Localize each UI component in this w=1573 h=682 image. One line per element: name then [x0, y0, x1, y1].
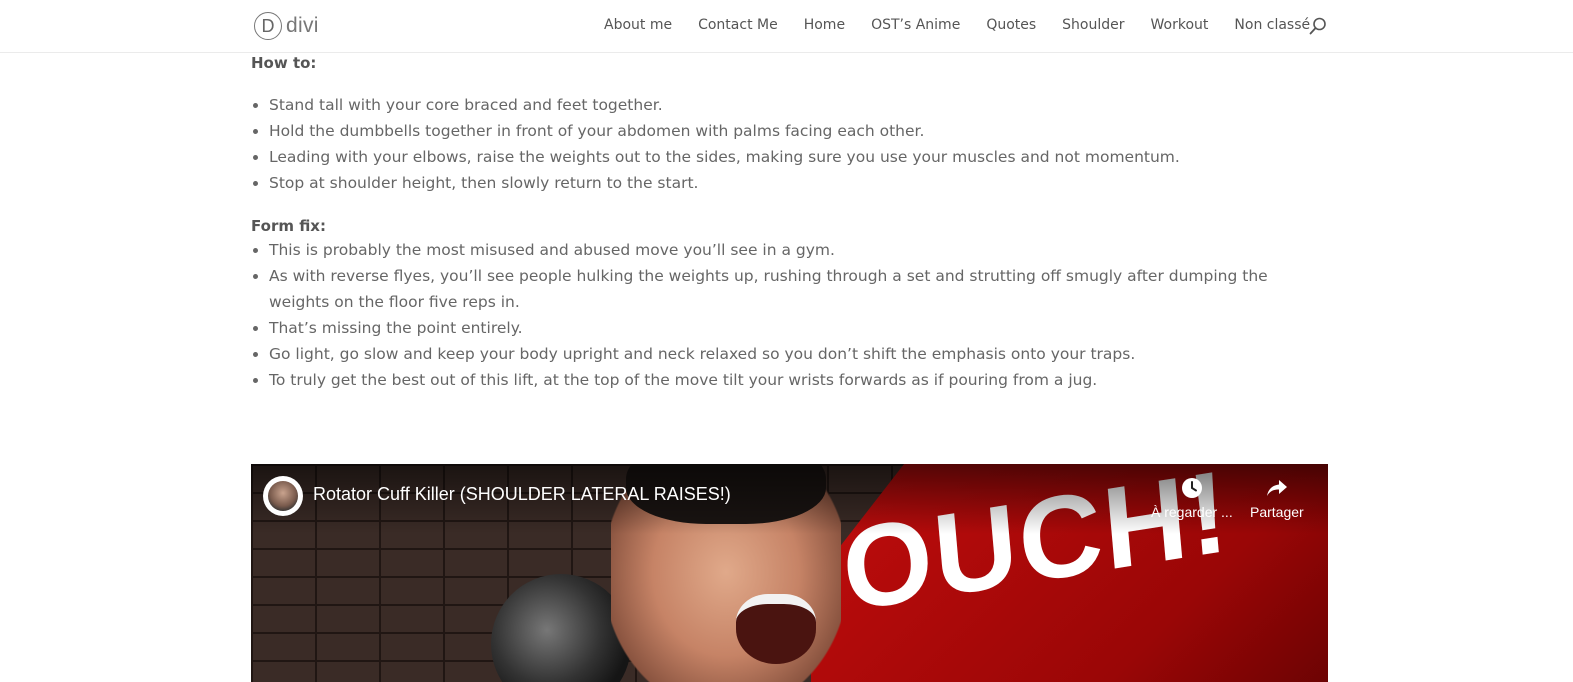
list-item: To truly get the best out of this lift, …	[269, 367, 1328, 393]
form-fix-heading: Form fix:	[251, 217, 326, 235]
video-embed[interactable]: OUCH! Rotator Cuff Killer (SHOULDER LATE…	[251, 464, 1328, 682]
person-mouth-image	[736, 594, 816, 664]
nav-item-contact-me[interactable]: Contact Me	[698, 17, 778, 33]
video-title[interactable]: Rotator Cuff Killer (SHOULDER LATERAL RA…	[313, 484, 731, 505]
watch-later-button[interactable]: À regarder ...	[1151, 476, 1233, 520]
watch-later-label: À regarder ...	[1151, 504, 1233, 520]
list-item: Stand tall with your core braced and fee…	[269, 92, 1328, 118]
logo-mark: D	[254, 12, 282, 40]
nav-item-non-classe[interactable]: Non classé	[1234, 17, 1310, 33]
share-button[interactable]: Partager	[1250, 476, 1304, 520]
how-to-list: Stand tall with your core braced and fee…	[251, 92, 1328, 196]
list-item: As with reverse flyes, you’ll see people…	[269, 263, 1328, 315]
main-nav: About me Contact Me Home OST’s Anime Quo…	[604, 17, 1336, 33]
site-logo[interactable]: D divi	[254, 11, 319, 41]
share-label: Partager	[1250, 504, 1304, 520]
list-item: Leading with your elbows, raise the weig…	[269, 144, 1328, 170]
site-header: D divi About me Contact Me Home OST’s An…	[0, 0, 1573, 52]
nav-item-osts-anime[interactable]: OST’s Anime	[871, 17, 960, 33]
nav-item-home[interactable]: Home	[804, 17, 845, 33]
list-item: Hold the dumbbells together in front of …	[269, 118, 1328, 144]
nav-item-workout[interactable]: Workout	[1151, 17, 1209, 33]
list-item: That’s missing the point entirely.	[269, 315, 1328, 341]
form-fix-list: This is probably the most misused and ab…	[251, 237, 1328, 393]
channel-avatar[interactable]	[263, 476, 303, 516]
nav-item-quotes[interactable]: Quotes	[986, 17, 1036, 33]
nav-item-shoulder[interactable]: Shoulder	[1062, 17, 1124, 33]
share-icon	[1266, 480, 1287, 496]
channel-avatar-image	[268, 481, 298, 511]
clock-icon	[1181, 478, 1202, 498]
nav-item-about-me[interactable]: About me	[604, 17, 672, 33]
how-to-heading: How to:	[251, 54, 317, 72]
search-icon[interactable]	[1309, 17, 1327, 35]
logo-text: divi	[286, 14, 319, 37]
list-item: Go light, go slow and keep your body upr…	[269, 341, 1328, 367]
list-item: Stop at shoulder height, then slowly ret…	[269, 170, 1328, 196]
list-item: This is probably the most misused and ab…	[269, 237, 1328, 263]
